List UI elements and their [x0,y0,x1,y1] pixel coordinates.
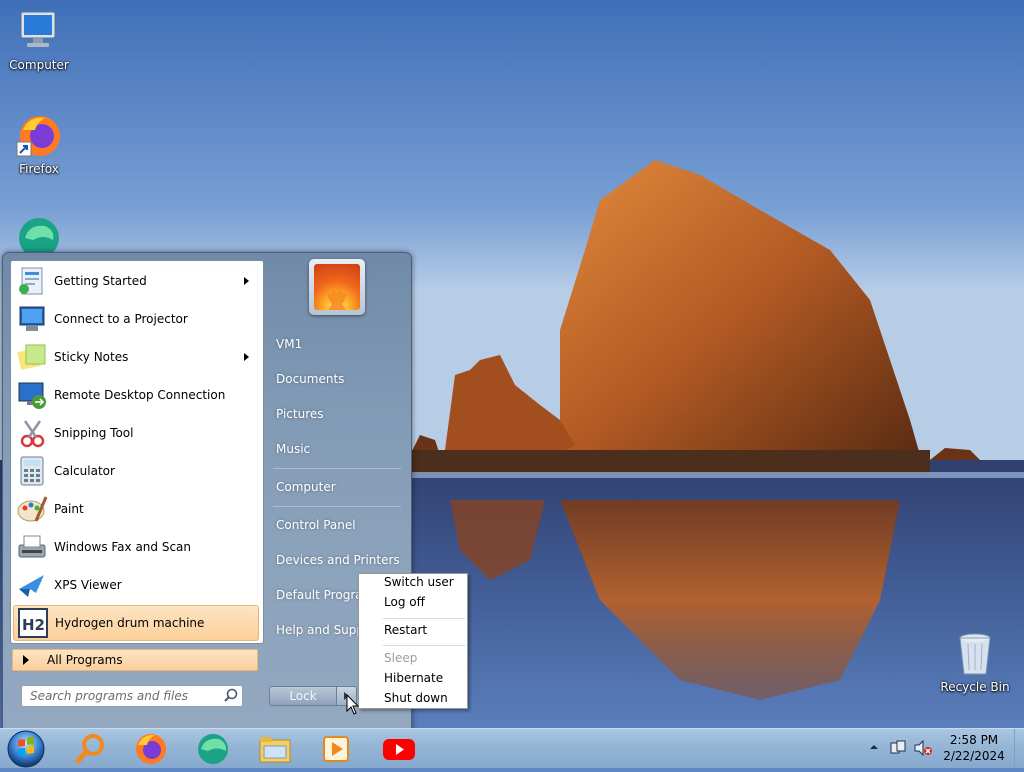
computer-icon [15,8,63,56]
program-item-remote-desktop[interactable]: Remote Desktop Connection [13,377,259,413]
taskbar: 2:58 PM 2/22/2024 [0,728,1024,769]
start-link-pictures[interactable]: Pictures [269,400,401,428]
menu-item-shut-down[interactable]: Shut down [384,691,448,705]
menu-item-log-off[interactable]: Log off [384,595,425,609]
mouse-cursor-icon [346,694,360,715]
separator [383,645,465,646]
paint-icon [16,493,48,525]
svg-text:H2: H2 [22,616,45,634]
power-options-menu: Switch user Log off Restart Sleep Hibern… [358,573,468,709]
menu-item-sleep: Sleep [384,651,418,665]
taskbar-media-player-button[interactable] [317,731,357,767]
desktop-icon-computer[interactable]: Computer [1,8,77,72]
lock-button[interactable]: Lock [269,686,337,706]
submenu-arrow-icon [244,353,249,361]
separator [273,468,401,469]
desktop-icon-label: Recycle Bin [940,680,1010,694]
user-account-picture[interactable] [309,259,365,315]
hydrogen-icon: H2 [17,607,49,639]
remote-desktop-icon [16,379,48,411]
desktop-icon-edge[interactable] [1,214,77,252]
taskbar-firefox-button[interactable] [131,731,171,767]
show-hidden-icons-button[interactable] [868,741,880,753]
start-menu: Getting Started Connect to a Projector S… [2,252,412,730]
program-item-fax-scan[interactable]: Windows Fax and Scan [13,529,259,565]
submenu-arrow-icon [244,277,249,285]
desktop-icon-label: Computer [9,58,69,72]
desktop-icon-firefox[interactable]: Firefox [1,112,77,176]
start-link-music[interactable]: Music [269,435,401,463]
search-input[interactable] [22,688,222,704]
separator [273,506,401,507]
clock-time[interactable]: 2:58 PM [940,733,1008,747]
taskbar-edge-button[interactable] [193,731,233,767]
media-player-icon [323,736,349,762]
program-item-xps-viewer[interactable]: XPS Viewer [13,567,259,603]
all-programs-label: All Programs [47,653,123,667]
program-item-connect-projector[interactable]: Connect to a Projector [13,301,259,337]
file-explorer-icon [259,737,291,763]
program-item-hydrogen[interactable]: H2 Hydrogen drum machine [13,605,259,641]
recycle-bin-icon [951,630,999,678]
firefox-icon [15,112,63,160]
search-icon [222,687,242,705]
taskbar-file-explorer-button[interactable] [255,731,295,767]
action-center-icon[interactable] [889,739,907,757]
projector-icon [16,303,48,335]
youtube-icon [383,739,415,760]
snipping-tool-icon [16,417,48,449]
start-link-computer[interactable]: Computer [269,473,401,501]
program-item-calculator[interactable]: Calculator [13,453,259,489]
menu-item-hibernate[interactable]: Hibernate [384,671,443,685]
start-search-box[interactable] [21,685,243,707]
fax-scan-icon [16,531,48,563]
edge-icon [198,734,228,764]
start-link-user[interactable]: VM1 [269,330,401,358]
program-item-snipping-tool[interactable]: Snipping Tool [13,415,259,451]
firefox-icon [136,734,166,764]
program-item-paint[interactable]: Paint [13,491,259,527]
edge-icon [15,214,63,252]
volume-muted-icon[interactable] [913,739,933,757]
sticky-notes-icon [16,341,48,373]
calculator-icon [16,455,48,487]
menu-item-switch-user[interactable]: Switch user [384,575,454,589]
menu-item-restart[interactable]: Restart [384,623,427,637]
start-menu-programs-pane: Getting Started Connect to a Projector S… [10,260,264,644]
arrow-right-icon [23,655,29,665]
start-button[interactable] [6,729,46,769]
taskbar-search-app-button[interactable] [70,731,110,767]
desktop-icon-label: Firefox [19,162,59,176]
show-desktop-button[interactable] [1014,729,1024,769]
xps-viewer-icon [16,569,48,601]
all-programs-button[interactable]: All Programs [12,649,258,671]
taskbar-youtube-button[interactable] [379,731,419,767]
desktop-icon-recycle-bin[interactable]: Recycle Bin [937,630,1013,694]
start-link-documents[interactable]: Documents [269,365,401,393]
separator [383,618,465,619]
program-item-sticky-notes[interactable]: Sticky Notes [13,339,259,375]
clock-date[interactable]: 2/22/2024 [940,749,1008,763]
start-link-devices-printers[interactable]: Devices and Printers [269,546,401,574]
start-link-control-panel[interactable]: Control Panel [269,511,401,539]
program-item-getting-started[interactable]: Getting Started [13,263,259,299]
search-app-icon [75,734,104,764]
getting-started-icon [16,265,48,297]
